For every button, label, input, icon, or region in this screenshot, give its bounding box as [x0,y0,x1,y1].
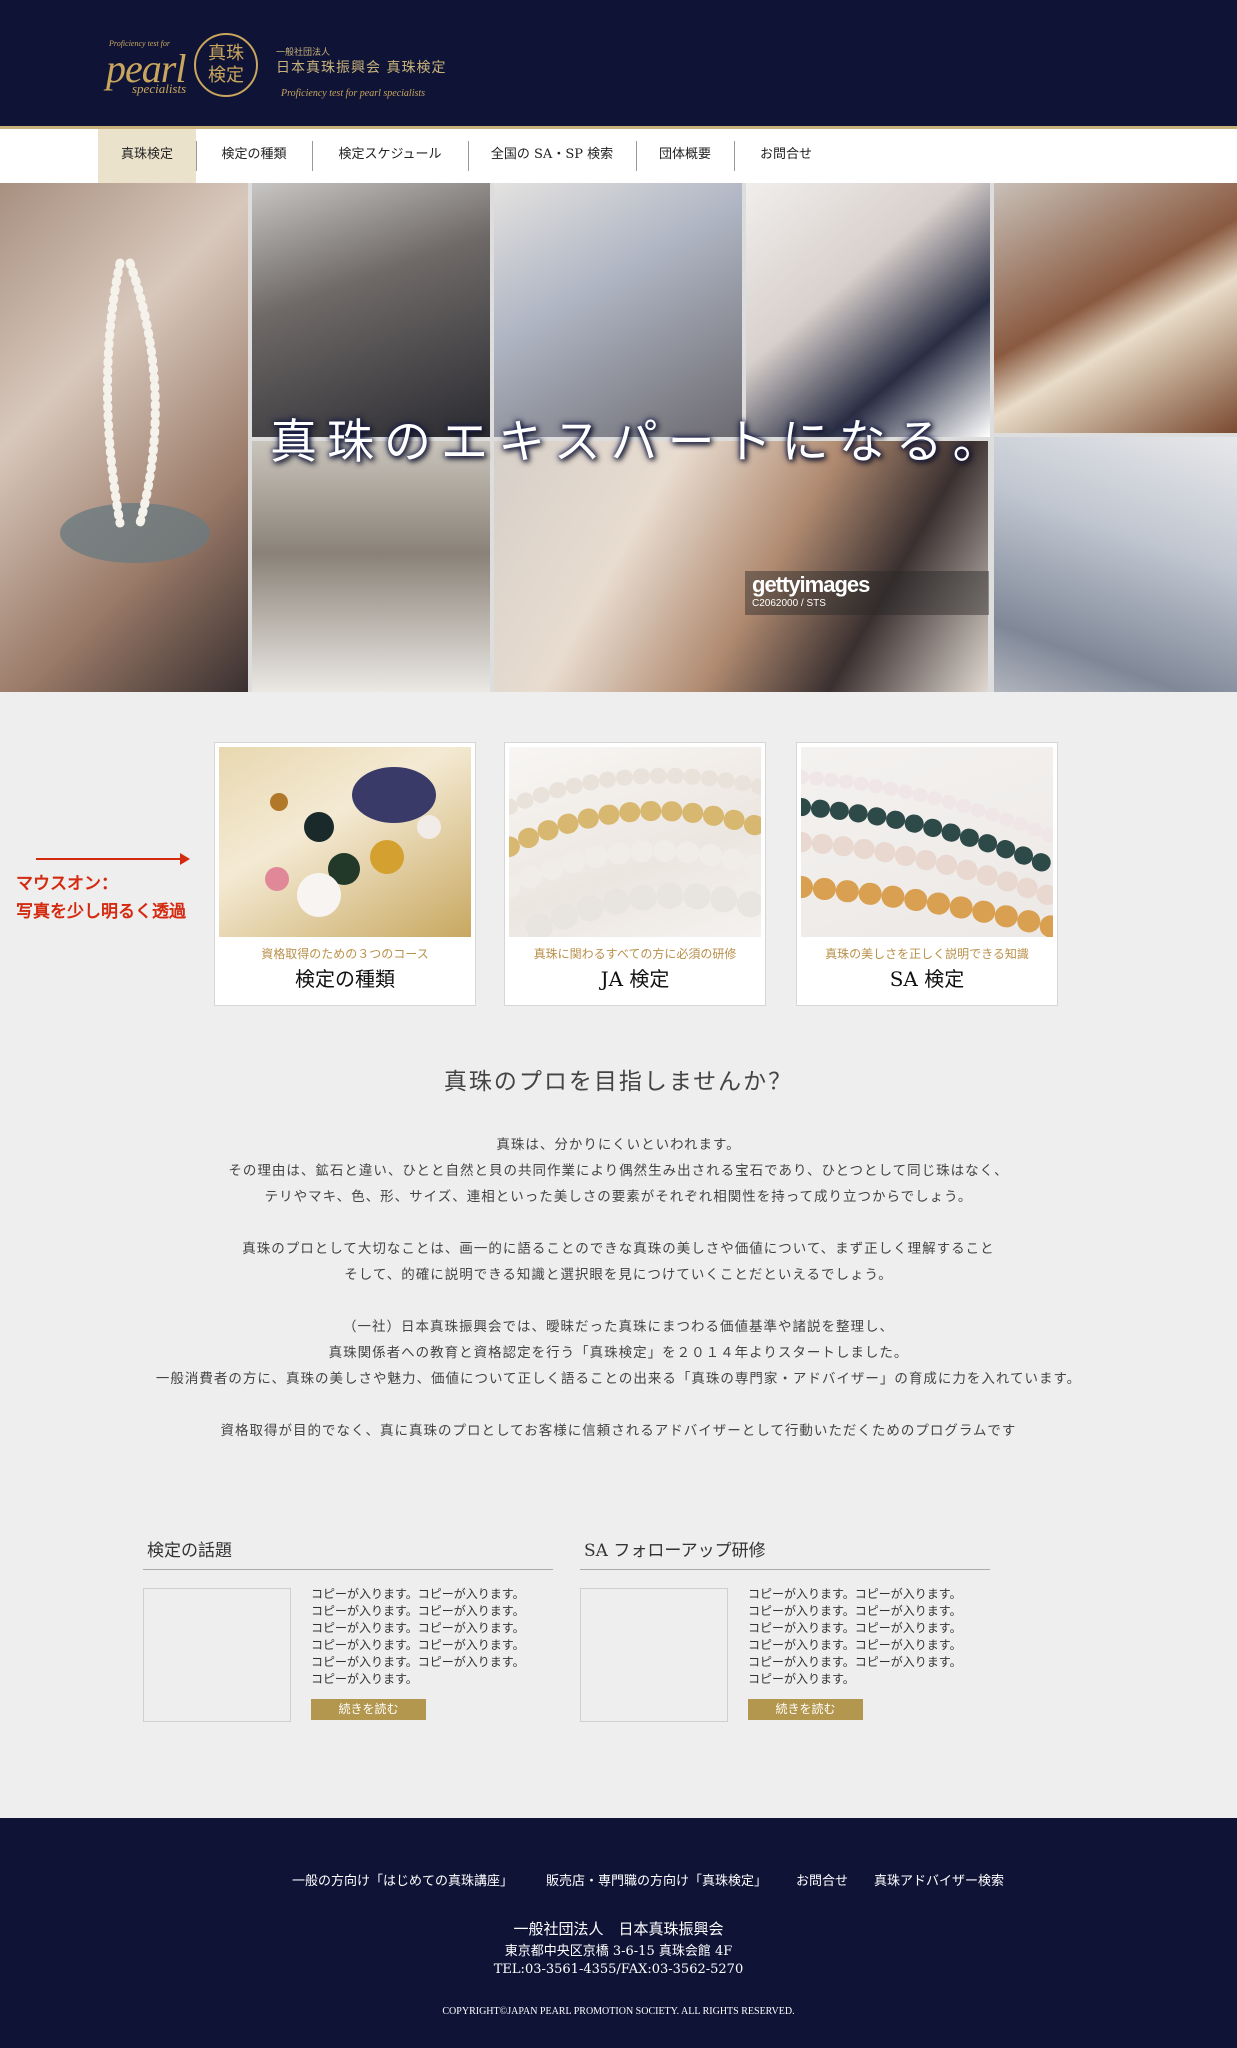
main-nav: 真珠検定 検定の種類 検定スケジュール 全国の SA・SP 検索 団体概要 お問… [0,129,1237,183]
intro-line: （一社）日本真珠振興会では、曖昧だった真珠にまつわる価値基準や諸説を整理し、 [0,1314,1237,1340]
intro-line: その理由は、鉱石と違い、ひとと自然と貝の共同作業により偶然生み出される宝石であり… [0,1158,1237,1184]
card-ja-test[interactable]: 真珠に関わるすべての方に必須の研修 JA 検定 [504,742,766,1006]
read-more-button[interactable]: 続きを読む [311,1699,426,1720]
footer-phone: TEL:03-3561-4355/FAX:03-3562-5270 [0,1962,1237,1977]
news-column-sa-followup: SA フォローアップ研修 コピーが入ります。コピーが入ります。 コピーが入ります… [580,1536,990,1726]
intro-line: 一般消費者の方に、真珠の美しさや魅力、価値について正しく語ることの出来る「真珠の… [0,1366,1237,1392]
annotation-note: マウスオン： 写真を少し明るく透過 [16,870,186,926]
intro-paragraph: 真珠のプロとして大切なことは、画一的に語ることのできな真珠の美しさや価値について… [0,1236,1237,1288]
intro-body: 真珠は、分かりにくいといわれます。 その理由は、鉱石と違い、ひとと自然と貝の共同… [0,1132,1237,1470]
card-test-types[interactable]: 資格取得のための３つのコース 検定の種類 [214,742,476,1006]
colorful-pearls-photo [219,747,471,937]
intro-line: 真珠は、分かりにくいといわれます。 [0,1132,1237,1158]
footer-copyright: COPYRIGHT©JAPAN PEARL PROMOTION SOCIETY.… [0,2006,1237,2017]
nav-item-sa-sp-search[interactable]: 全国の SA・SP 検索 [468,129,636,183]
card-subtitle: 真珠の美しさを正しく説明できる知識 [797,945,1057,962]
hero-photo-pearl-necklace [0,183,248,692]
news-column-test-topics: 検定の話題 コピーが入ります。コピーが入ります。 コピーが入ります。コピーが入り… [143,1536,553,1726]
news-line: コピーが入ります。コピーが入ります。 [311,1620,561,1637]
hero-photo-man-clasp [994,437,1237,692]
intro-line: 真珠のプロとして大切なことは、画一的に語ることのできな真珠の美しさや価値について… [0,1236,1237,1262]
news-line: コピーが入ります。コピーが入ります。 [311,1654,561,1671]
site-logo[interactable]: Proficiency test for pearl specialists 真… [106,31,456,103]
intro-line: 真珠関係者への教育と資格認定を行う「真珠検定」を２０１４年よりスタートしました。 [0,1340,1237,1366]
footer-link-contact[interactable]: お問合せ [796,1870,848,1889]
watermark-text: gettyimages [752,572,869,598]
news-divider [580,1569,990,1570]
multicolor-strands-illustration [801,747,1053,937]
white-gold-pearl-strands-photo [509,747,761,937]
footer-address: 東京都中央区京橋 3-6-15 真珠会館 4F [0,1940,1237,1959]
site-header: Proficiency test for pearl specialists 真… [0,0,1237,126]
watermark-credit: C2062000 / STS [752,598,826,609]
news-line: コピーが入ります。コピーが入ります。 [311,1603,561,1620]
news-line: コピーが入ります。 [311,1671,561,1688]
news-excerpt: コピーが入ります。コピーが入ります。 コピーが入ります。コピーが入ります。 コピ… [311,1586,561,1688]
news-line: コピーが入ります。コピーが入ります。 [311,1637,561,1654]
hero-photo-woman [494,441,988,692]
card-title: JA 検定 [505,963,765,992]
intro-paragraph: 真珠は、分かりにくいといわれます。 その理由は、鉱石と違い、ひとと自然と貝の共同… [0,1132,1237,1210]
intro-line: そして、的確に説明できる知識と選択眼を見につけていくことだといえるでしょう。 [0,1262,1237,1288]
multicolor-pearl-strands-photo [801,747,1053,937]
footer-org-name: 一般社団法人 日本真珠振興会 [0,1918,1237,1939]
news-excerpt: コピーが入ります。コピーが入ります。 コピーが入ります。コピーが入ります。 コピ… [748,1586,998,1688]
hero-photo-man-inspecting [746,183,990,437]
logo-subtitle: Proficiency test for pearl specialists [281,88,425,99]
card-title: SA 検定 [797,963,1057,992]
hero-banner: 真珠のエキスパートになる。 gettyimages C2062000 / STS [0,183,1237,692]
annotation-line2: 写真を少し明るく透過 [16,898,186,926]
intro-line: テリやマキ、色、形、サイズ、連相といった美しさの要素がそれぞれ相関性を持って成り… [0,1184,1237,1210]
logo-seal-line2: 検定 [196,65,256,87]
intro-heading: 真珠のプロを目指しませんか？ [0,1062,1237,1096]
intro-paragraph: 資格取得が目的でなく、真に真珠のプロとしてお客様に信頼されるアドバイザーとして行… [0,1418,1237,1444]
logo-seal: 真珠 検定 [194,33,258,97]
intro-paragraph: （一社）日本真珠振興会では、曖昧だった真珠にまつわる価値基準や諸説を整理し、 真… [0,1314,1237,1392]
logo-org-name: 日本真珠振興会 真珠検定 [276,57,446,77]
pearls-illustration [219,747,471,937]
news-line: コピーが入ります。コピーが入ります。 [748,1603,998,1620]
intro-line: 資格取得が目的でなく、真に真珠のプロとしてお客様に信頼されるアドバイザーとして行… [0,1418,1237,1444]
news-line: コピーが入ります。コピーが入ります。 [748,1637,998,1654]
footer-link-beginner-course[interactable]: 一般の方向け「はじめての真珠講座」 [292,1870,513,1889]
pearl-strand-illustration [0,183,248,692]
logo-wordmark-sub: specialists [132,81,186,97]
annotation-arrow-head [180,853,190,865]
news-title: 検定の話題 [147,1536,232,1561]
footer-link-pearl-test[interactable]: 販売店・専門職の方向け「真珠検定」 [546,1870,767,1889]
news-thumbnail[interactable] [143,1588,291,1722]
news-line: コピーが入ります。コピーが入ります。 [748,1620,998,1637]
card-sa-test[interactable]: 真珠の美しさを正しく説明できる知識 SA 検定 [796,742,1058,1006]
news-divider [143,1569,553,1570]
news-title: SA フォローアップ研修 [584,1536,766,1561]
nav-item-about[interactable]: 団体概要 [636,129,734,183]
hero-photo-seminar [252,441,490,692]
news-line: コピーが入ります。コピーが入ります。 [748,1586,998,1603]
news-line: コピーが入ります。 [748,1671,998,1688]
nav-item-schedule[interactable]: 検定スケジュール [312,129,468,183]
nav-item-test-types[interactable]: 検定の種類 [196,129,312,183]
news-line: コピーが入ります。コピーが入ります。 [748,1654,998,1671]
card-subtitle: 資格取得のための３つのコース [215,945,475,962]
annotation-line1: マウスオン： [16,870,186,898]
card-title: 検定の種類 [215,963,475,992]
pearl-strands-illustration [509,747,761,937]
read-more-button[interactable]: 続きを読む [748,1699,863,1720]
hero-photo-pearl-tray [994,183,1237,433]
card-subtitle: 真珠に関わるすべての方に必須の研修 [505,945,765,962]
logo-seal-line1: 真珠 [196,43,256,65]
footer-link-advisor-search[interactable]: 真珠アドバイザー検索 [874,1870,1004,1889]
hero-photo-suit [252,183,490,437]
site-footer: 一般の方向け「はじめての真珠講座」 販売店・専門職の方向け「真珠検定」 お問合せ… [0,1818,1237,2048]
news-line: コピーが入ります。コピーが入ります。 [311,1586,561,1603]
news-thumbnail[interactable] [580,1588,728,1722]
annotation-arrow [36,858,186,860]
hero-title: 真珠のエキスパートになる。 [270,403,1010,472]
nav-item-pearl-test[interactable]: 真珠検定 [98,129,196,183]
nav-item-contact[interactable]: お問合せ [734,129,838,183]
hero-photo-hands [494,183,742,437]
